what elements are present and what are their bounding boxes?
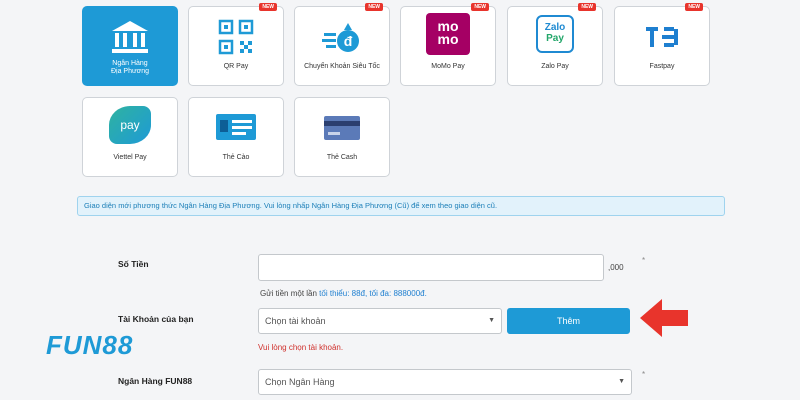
method-label: Thẻ Cào [222,154,250,161]
required-mark: * [642,370,646,379]
arrow-left-icon [640,299,688,337]
zalo-pay-icon: Zalo Pay [536,15,574,53]
required-mark: * [642,256,646,265]
method-fastpay[interactable]: NEW Fastpay [614,3,710,86]
method-label: Ngân Hàng Địa Phương [110,60,150,75]
momo-icon: mo mo [426,13,470,55]
method-scratch-card[interactable]: Thẻ Cào [188,97,284,177]
new-badge: NEW [578,3,596,11]
bank-select[interactable]: Chọn Ngân Hàng ▼ [258,369,632,395]
method-zalo-pay[interactable]: NEW Zalo Pay Zalo Pay [507,3,603,86]
amount-suffix: ,000 [608,263,624,272]
account-error: Vui lòng chọn tài khoản. [258,343,344,352]
method-cash-card[interactable]: Thẻ Cash [294,97,390,177]
viettel-pay-icon: pay [109,106,151,144]
account-select[interactable]: Chọn tài khoản ▼ [258,308,502,334]
new-badge: NEW [685,3,703,11]
new-badge: NEW [365,3,383,11]
bank-icon [112,21,148,53]
qr-code-icon [218,19,254,55]
new-badge: NEW [259,3,277,11]
svg-text:đ: đ [344,33,353,49]
chevron-down-icon: ▼ [618,378,625,385]
method-local-bank[interactable]: Ngân Hàng Địa Phương [82,6,178,86]
fastpay-icon [646,27,678,47]
info-notice: Giao diện mới phương thức Ngân Hàng Địa … [77,196,725,216]
fast-transfer-icon: đ [322,23,359,52]
method-label: Fastpay [649,63,675,70]
account-label: Tài Khoản của bạn [118,314,194,324]
new-badge: NEW [471,3,489,11]
method-label: Viettel Pay [113,154,147,161]
method-label: Thẻ Cash [326,154,358,161]
chevron-down-icon: ▼ [488,317,495,324]
cash-card-icon [324,116,360,140]
method-viettel-pay[interactable]: pay Viettel Pay [82,97,178,177]
method-label: MoMo Pay [431,63,465,70]
method-label: QR Pay [223,63,249,70]
bank-label: Ngân Hàng FUN88 [118,376,193,386]
method-label: Zalo Pay [541,63,569,70]
method-express-transfer[interactable]: NEW đ Chuyển Khoản Siêu Tốc [294,3,390,86]
deposit-limit-text: Gửi tiền một lần tối thiểu: 88đ, tối đa:… [260,289,427,298]
method-label: Chuyển Khoản Siêu Tốc [304,63,380,70]
fun88-logo: FUN88 [46,330,134,360]
method-qr-pay[interactable]: NEW QR Pay [188,3,284,86]
method-momo-pay[interactable]: NEW mo mo MoMo Pay [400,3,496,86]
add-account-button[interactable]: Thêm [507,308,630,334]
scratch-card-icon [216,114,256,140]
amount-input[interactable] [258,254,604,281]
amount-label: Số Tiền [118,259,149,269]
